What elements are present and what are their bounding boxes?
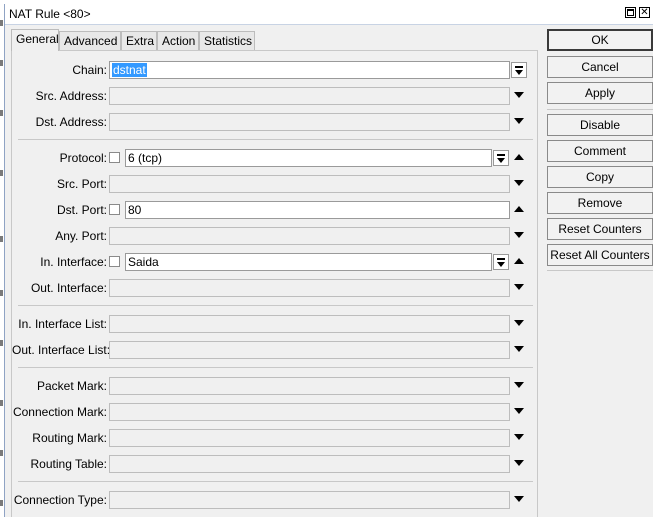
cancel-button[interactable]: Cancel (547, 56, 653, 78)
separator (18, 305, 533, 306)
expand-down-icon[interactable] (514, 232, 524, 238)
ok-button[interactable]: OK (547, 29, 653, 51)
out-interface-list-label: Out. Interface List: (12, 343, 111, 357)
collapse-up-icon[interactable] (514, 258, 524, 264)
tab-statistics[interactable]: Statistics (199, 31, 255, 50)
dst-port-negate-checkbox[interactable] (109, 204, 120, 215)
in-interface-label: In. Interface: (40, 255, 107, 269)
chain-select[interactable]: dstnat (109, 61, 510, 79)
expand-down-icon[interactable] (514, 118, 524, 124)
tab-action[interactable]: Action (157, 31, 199, 50)
protocol-dropdown-icon[interactable] (493, 150, 509, 166)
routing-mark-row: Routing Mark: (12, 429, 539, 447)
protocol-label: Protocol: (59, 151, 107, 165)
in-interface-list-field[interactable] (109, 315, 510, 333)
tab-extra[interactable]: Extra (121, 31, 157, 50)
separator (18, 139, 533, 140)
connection-type-row: Connection Type: (12, 491, 539, 509)
copy-button[interactable]: Copy (547, 166, 653, 188)
in-interface-list-label: In. Interface List: (18, 317, 107, 331)
src-address-row: Src. Address: (12, 87, 539, 105)
routing-table-label: Routing Table: (30, 457, 108, 471)
expand-down-icon[interactable] (514, 320, 524, 326)
protocol-negate-checkbox[interactable] (109, 152, 120, 163)
any-port-field[interactable] (109, 227, 510, 245)
dst-address-row: Dst. Address: (12, 113, 539, 131)
separator (547, 270, 653, 271)
expand-down-icon[interactable] (514, 460, 524, 466)
chain-row: Chain: dstnat (12, 61, 539, 79)
src-address-field[interactable] (109, 87, 510, 105)
out-interface-field[interactable] (109, 279, 510, 297)
out-interface-list-field[interactable] (109, 341, 510, 359)
protocol-select[interactable]: 6 (tcp) (125, 149, 492, 167)
reset-counters-button[interactable]: Reset Counters (547, 218, 653, 240)
dst-address-field[interactable] (109, 113, 510, 131)
protocol-row: Protocol: 6 (tcp) (12, 149, 539, 167)
separator (547, 109, 653, 110)
routing-mark-field[interactable] (109, 429, 510, 447)
chain-dropdown-icon[interactable] (511, 62, 527, 78)
in-interface-select[interactable]: Saida (125, 253, 492, 271)
packet-mark-label: Packet Mark: (36, 379, 107, 393)
tab-advanced[interactable]: Advanced (59, 31, 121, 50)
collapse-up-icon[interactable] (514, 154, 524, 160)
separator (18, 481, 533, 482)
out-interface-row: Out. Interface: (12, 279, 539, 297)
src-address-label: Src. Address: (35, 89, 107, 103)
packet-mark-field[interactable] (109, 377, 510, 395)
expand-down-icon[interactable] (514, 382, 524, 388)
title-bar[interactable]: NAT Rule <80> ✕ (5, 4, 653, 25)
src-port-row: Src. Port: (12, 175, 539, 193)
chain-label: Chain: (72, 63, 107, 77)
dst-port-label: Dst. Port: (56, 203, 107, 217)
any-port-label: Any. Port: (55, 229, 107, 243)
collapse-up-icon[interactable] (514, 206, 524, 212)
out-interface-label: Out. Interface: (30, 281, 107, 295)
connection-mark-label: Connection Mark: (12, 405, 107, 419)
expand-down-icon[interactable] (514, 496, 524, 502)
in-interface-row: In. Interface: Saida (12, 253, 539, 271)
close-icon[interactable]: ✕ (639, 7, 650, 18)
expand-down-icon[interactable] (514, 408, 524, 414)
routing-table-row: Routing Table: (12, 455, 539, 473)
in-interface-dropdown-icon[interactable] (493, 254, 509, 270)
disable-button[interactable]: Disable (547, 114, 653, 136)
connection-type-field[interactable] (109, 491, 510, 509)
nat-rule-window: NAT Rule <80> ✕ General Advanced Extra A… (4, 4, 653, 517)
expand-down-icon[interactable] (514, 434, 524, 440)
dst-port-row: Dst. Port: 80 (12, 201, 539, 219)
packet-mark-row: Packet Mark: (12, 377, 539, 395)
tab-general[interactable]: General (11, 29, 59, 51)
src-port-field[interactable] (109, 175, 510, 193)
dst-address-label: Dst. Address: (35, 115, 107, 129)
routing-mark-label: Routing Mark: (32, 431, 107, 445)
remove-button[interactable]: Remove (547, 192, 653, 214)
src-port-label: Src. Port: (56, 177, 107, 191)
reset-all-counters-button[interactable]: Reset All Counters (547, 244, 653, 266)
in-interface-negate-checkbox[interactable] (109, 256, 120, 267)
expand-down-icon[interactable] (514, 92, 524, 98)
connection-type-label: Connection Type: (13, 493, 107, 507)
apply-button[interactable]: Apply (547, 82, 653, 104)
maximize-icon[interactable] (625, 7, 636, 18)
connection-mark-field[interactable] (109, 403, 510, 421)
any-port-row: Any. Port: (12, 227, 539, 245)
window-title: NAT Rule <80> (9, 7, 91, 21)
chain-value: dstnat (112, 63, 147, 77)
separator (18, 367, 533, 368)
expand-down-icon[interactable] (514, 284, 524, 290)
expand-down-icon[interactable] (514, 180, 524, 186)
expand-down-icon[interactable] (514, 346, 524, 352)
general-tab-panel: Chain: dstnat Src. Address: Dst. Address… (11, 50, 538, 517)
dst-port-field[interactable]: 80 (125, 201, 510, 219)
connection-mark-row: Connection Mark: (12, 403, 539, 421)
routing-table-field[interactable] (109, 455, 510, 473)
in-interface-list-row: In. Interface List: (12, 315, 539, 333)
comment-button[interactable]: Comment (547, 140, 653, 162)
out-interface-list-row: Out. Interface List: (12, 341, 539, 359)
